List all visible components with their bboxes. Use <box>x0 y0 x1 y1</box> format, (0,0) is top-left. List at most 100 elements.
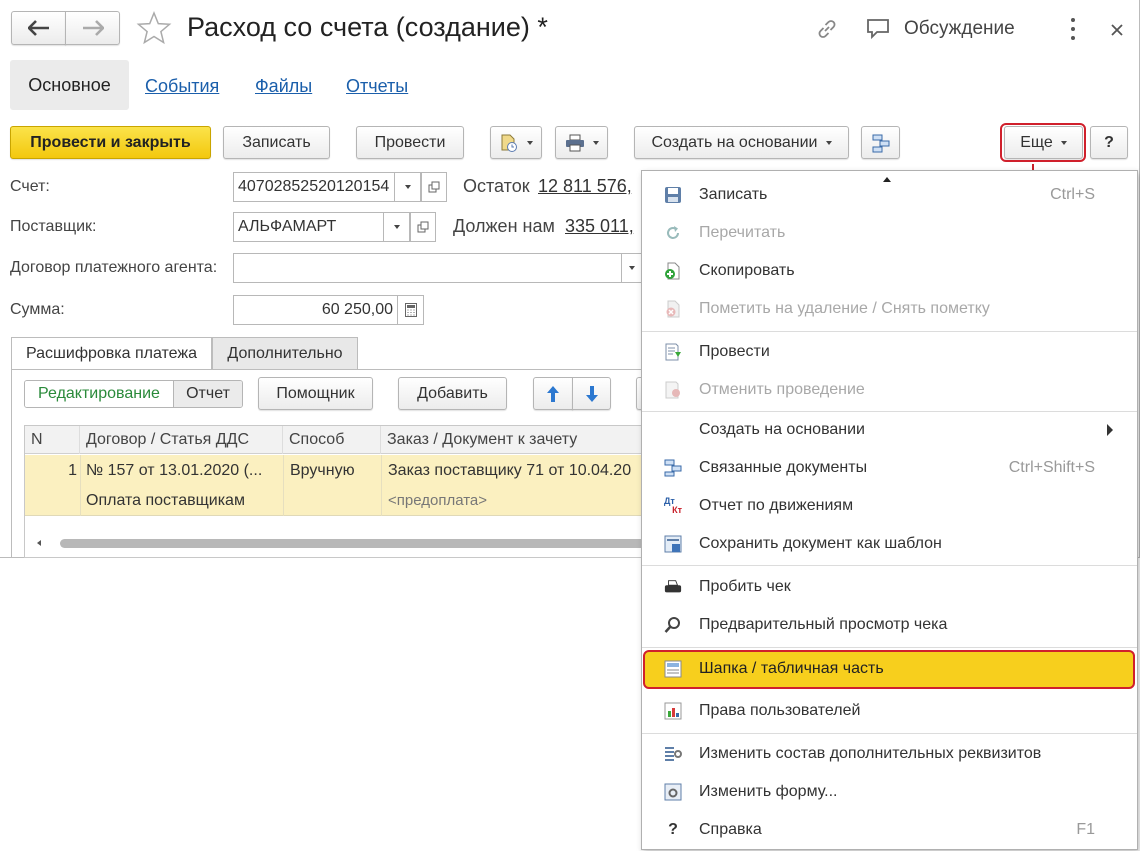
discussion-label[interactable]: Обсуждение <box>904 18 1015 40</box>
horizontal-scrollbar[interactable] <box>25 536 646 552</box>
menu-item-label: Связанные документы <box>699 459 868 476</box>
scrollbar-thumb[interactable] <box>60 539 646 548</box>
discussion-icon[interactable] <box>866 17 892 41</box>
supplier-label: Поставщик: <box>10 218 97 235</box>
menu-item-label: Провести <box>699 343 770 360</box>
menu-item-save-template[interactable]: Сохранить документ как шаблон <box>642 526 1137 562</box>
menu-item-movements-report[interactable]: Дт Кт Отчет по движениям <box>642 488 1137 524</box>
save-button[interactable]: Записать <box>223 126 330 159</box>
gear-list-icon <box>664 745 682 763</box>
post-button[interactable]: Провести <box>356 126 464 159</box>
menu-item-shortcut: Ctrl+Shift+S <box>1008 459 1095 476</box>
calculator-button[interactable] <box>398 295 424 325</box>
attach-file-button[interactable] <box>490 126 542 159</box>
post-and-close-button[interactable]: Провести и закрыть <box>10 126 211 159</box>
menu-separator <box>642 647 1137 648</box>
tab-main[interactable]: Основное <box>10 60 129 110</box>
account-label: Счет: <box>10 178 50 195</box>
row-contract[interactable]: № 157 от 13.01.2020 (... <box>86 462 281 480</box>
menu-item-post[interactable]: Провести <box>642 334 1137 370</box>
edit-mode-button[interactable]: Редактирование <box>25 381 174 407</box>
report-mode-button[interactable]: Отчет <box>174 381 242 407</box>
col-n[interactable]: N <box>25 426 80 454</box>
close-icon[interactable] <box>1110 23 1124 37</box>
account-field[interactable]: 40702852520120154 <box>233 172 395 202</box>
tab-payment-details-label: Расшифровка платежа <box>26 345 197 362</box>
dt-kt-icon: Дт Кт <box>664 497 682 515</box>
menu-item-header-table[interactable]: Шапка / табличная часть <box>642 651 1137 687</box>
row-doc[interactable]: <предоплата> <box>388 492 646 509</box>
more-vert-icon[interactable] <box>1070 18 1076 40</box>
menu-item-user-rights[interactable]: Права пользователей <box>642 693 1137 729</box>
copy-icon <box>664 262 682 280</box>
tab-events[interactable]: События <box>145 76 219 97</box>
menu-item-label: Шапка / табличная часть <box>699 660 884 677</box>
sum-field[interactable]: 60 250,00 <box>233 295 398 325</box>
structure-icon <box>872 134 889 152</box>
menu-separator <box>642 565 1137 566</box>
balance-link[interactable]: 12 811 576, <box>538 176 632 197</box>
menu-item-help[interactable]: ? Справка F1 <box>642 812 1137 848</box>
arrow-right-icon <box>82 20 104 36</box>
move-up-button[interactable] <box>533 377 573 410</box>
menu-item-print-receipt[interactable]: Пробить чек <box>642 569 1137 605</box>
tab-main-label: Основное <box>28 74 111 95</box>
tab-additional-label: Дополнительно <box>227 344 343 362</box>
menu-item-save[interactable]: Записать Ctrl+S <box>642 177 1137 213</box>
arrow-up-icon <box>547 385 559 402</box>
menu-item-edit-attributes[interactable]: Изменить состав дополнительных реквизито… <box>642 736 1137 772</box>
help-icon: ? <box>668 821 678 838</box>
tab-payment-details[interactable]: Расшифровка платежа <box>11 337 212 370</box>
menu-item-reload[interactable]: Перечитать <box>642 215 1137 251</box>
open-window-icon <box>428 181 440 193</box>
row-article[interactable]: Оплата поставщикам <box>86 492 281 510</box>
supplier-field[interactable]: АЛЬФАМАРТ <box>233 212 384 242</box>
col-contract[interactable]: Договор / Статья ДДС <box>80 426 283 454</box>
menu-item-label: Изменить форму... <box>699 783 838 800</box>
move-down-button[interactable] <box>572 377 611 410</box>
owes-label: Должен нам <box>453 216 555 236</box>
owes-link[interactable]: 335 011, <box>565 216 634 237</box>
more-button-highlight <box>1000 123 1086 162</box>
menu-item-related-docs[interactable]: Связанные документы Ctrl+Shift+S <box>642 450 1137 486</box>
menu-separator <box>642 733 1137 734</box>
tab-reports[interactable]: Отчеты <box>346 76 408 97</box>
menu-item-shortcut: Ctrl+S <box>1050 186 1095 203</box>
menu-item-copy[interactable]: Скопировать <box>642 253 1137 289</box>
menu-item-preview-receipt[interactable]: Предварительный просмотр чека <box>642 607 1137 643</box>
star-icon[interactable] <box>136 11 172 45</box>
account-dropdown[interactable] <box>395 172 421 202</box>
form-settings-icon <box>664 783 682 801</box>
menu-item-label: Создать на основании <box>699 421 865 438</box>
tab-files[interactable]: Файлы <box>255 76 312 97</box>
create-based-on-button[interactable]: Создать на основании <box>634 126 849 159</box>
row-order[interactable]: Заказ поставщику 71 от 10.04.20 <box>388 462 646 480</box>
agent-contract-field[interactable] <box>233 253 622 283</box>
print-button[interactable] <box>555 126 608 159</box>
back-button[interactable] <box>11 11 66 45</box>
menu-item-mark-delete[interactable]: Пометить на удаление / Снять пометку <box>642 291 1137 327</box>
agent-contract-dropdown[interactable] <box>622 253 642 283</box>
page-title: Расход со счета (создание) * <box>187 12 548 42</box>
menu-item-edit-form[interactable]: Изменить форму... <box>642 774 1137 810</box>
supplier-open-button[interactable] <box>410 212 436 242</box>
related-docs-button[interactable] <box>861 126 900 159</box>
link-icon[interactable] <box>815 17 839 41</box>
menu-item-create-based[interactable]: Создать на основании <box>642 412 1137 448</box>
menu-item-unpost[interactable]: Отменить проведение <box>642 372 1137 408</box>
supplier-dropdown[interactable] <box>384 212 410 242</box>
col-order[interactable]: Заказ / Документ к зачету <box>381 426 646 454</box>
scroll-left-icon[interactable] <box>37 540 41 546</box>
receipt-printer-icon <box>664 578 682 596</box>
forward-button[interactable] <box>65 11 120 45</box>
add-button[interactable]: Добавить <box>398 377 507 410</box>
col-method[interactable]: Способ <box>283 426 381 454</box>
helper-button[interactable]: Помощник <box>258 377 373 410</box>
more-menu: Записать Ctrl+S Перечитать Скопировать П… <box>641 170 1138 850</box>
row-method[interactable]: Вручную <box>290 462 380 480</box>
account-open-button[interactable] <box>421 172 447 202</box>
magnifier-icon <box>664 616 682 634</box>
mode-switch: Редактирование Отчет <box>24 380 243 408</box>
help-button[interactable]: ? <box>1090 126 1128 159</box>
tab-additional[interactable]: Дополнительно <box>212 337 358 370</box>
